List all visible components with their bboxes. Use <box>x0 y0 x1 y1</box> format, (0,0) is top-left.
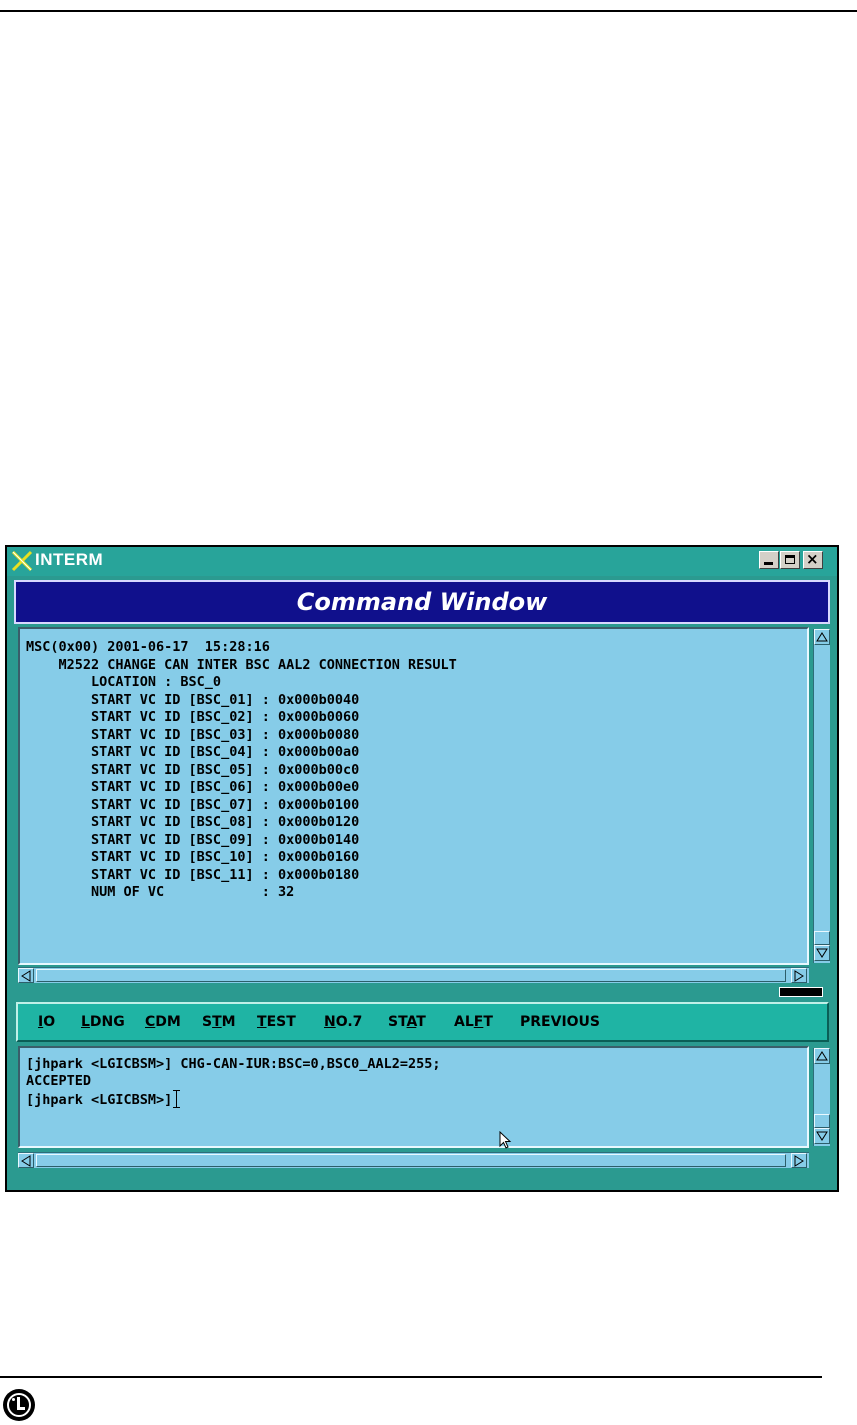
menu-item-ldng[interactable]: LDNG <box>81 1014 125 1030</box>
menu-item-post: EST <box>266 1014 296 1030</box>
menu-item-pre: PREVIOUS <box>520 1014 601 1030</box>
arrow-down-icon <box>816 948 828 958</box>
output-line: START VC ID [BSC_04] : 0x000b00a0 <box>26 744 360 760</box>
scroll-thumb[interactable] <box>814 1114 830 1128</box>
arrow-up-icon <box>816 1051 828 1061</box>
menu-item-mnemonic: A <box>406 1014 417 1030</box>
input-text: [jhpark <LGICBSM>] CHG-CAN-IUR:BSC=0,BSC… <box>26 1056 441 1109</box>
menu-item-io[interactable]: IO <box>38 1014 55 1030</box>
input-prompt-line[interactable]: [jhpark <LGICBSM>] <box>26 1090 441 1109</box>
menu-item-mnemonic: T <box>257 1014 267 1030</box>
output-text: MSC(0x00) 2001-06-17 15:28:16 M2522 CHAN… <box>26 639 457 902</box>
arrow-down-icon <box>816 1131 828 1141</box>
menu-item-pre: S <box>202 1014 213 1030</box>
horizontal-scroll-thumb[interactable] <box>36 1154 786 1167</box>
arrow-left-icon <box>21 970 31 982</box>
x-app-icon <box>11 550 33 572</box>
interm-window: INTERM × Command Window MSC(0x00) 2001-0… <box>5 545 839 1192</box>
output-line: MSC(0x00) 2001-06-17 15:28:16 <box>26 639 270 655</box>
output-line: START VC ID [BSC_02] : 0x000b0060 <box>26 709 360 725</box>
window-title: INTERM <box>35 550 104 569</box>
minimize-button[interactable] <box>759 551 779 569</box>
command-window-title: Command Window <box>296 588 548 616</box>
arrow-right-icon <box>794 1155 804 1167</box>
arrow-left-icon <box>21 1155 31 1167</box>
mouse-pointer-icon <box>499 1131 512 1149</box>
output-line: START VC ID [BSC_09] : 0x000b0140 <box>26 831 360 848</box>
output-line: START VC ID [BSC_06] : 0x000b00e0 <box>26 779 360 795</box>
output-line: NUM OF VC : 32 <box>26 884 295 900</box>
lg-logo <box>3 1389 35 1421</box>
menu-item-post: O <box>43 1014 56 1030</box>
page-top-rule <box>0 10 857 12</box>
maximize-button[interactable] <box>780 551 800 569</box>
menu-item-mnemonic: F <box>473 1014 484 1030</box>
horizontal-scroll-thumb[interactable] <box>36 969 786 982</box>
output-horizontal-scrollbar[interactable] <box>18 967 809 983</box>
output-line: M2522 CHANGE CAN INTER BSC AAL2 CONNECTI… <box>26 656 457 673</box>
input-panel[interactable]: [jhpark <LGICBSM>] CHG-CAN-IUR:BSC=0,BSC… <box>18 1046 809 1148</box>
arrow-up-icon <box>816 632 828 642</box>
output-line: START VC ID [BSC_05] : 0x000b00c0 <box>26 761 360 778</box>
command-window-header: Command Window <box>14 580 830 624</box>
close-button[interactable]: × <box>803 550 823 569</box>
menu-item-pre: ST <box>388 1014 407 1030</box>
scroll-up-button[interactable] <box>814 1048 830 1064</box>
menu-item-post: T <box>416 1014 426 1030</box>
menu-item-mnemonic: T <box>212 1014 222 1030</box>
scroll-thumb[interactable] <box>814 931 830 945</box>
command-menu-bar: IO LDNG CDM STM TEST NO.7 STAT ALFT PREVIOUS <box>16 1002 829 1042</box>
menu-item-alft[interactable]: ALFT <box>454 1014 493 1030</box>
output-line: START VC ID [BSC_07] : 0x000b0100 <box>26 796 360 813</box>
output-line: START VC ID [BSC_10] : 0x000b0160 <box>26 849 360 865</box>
scroll-up-button[interactable] <box>814 629 830 645</box>
page-bottom-rule <box>0 1376 822 1378</box>
menu-item-post: M <box>221 1014 236 1030</box>
input-horizontal-scrollbar[interactable] <box>18 1152 809 1168</box>
output-line: START VC ID [BSC_08] : 0x000b0120 <box>26 814 360 830</box>
menu-item-mnemonic: N <box>324 1014 336 1030</box>
menu-item-test[interactable]: TEST <box>257 1014 296 1030</box>
input-line: [jhpark <LGICBSM>] CHG-CAN-IUR:BSC=0,BSC… <box>26 1056 441 1072</box>
input-line: ACCEPTED <box>26 1073 92 1089</box>
menu-item-cdm[interactable]: CDM <box>145 1014 181 1030</box>
input-prompt: [jhpark <LGICBSM>] <box>26 1092 173 1108</box>
output-panel[interactable]: MSC(0x00) 2001-06-17 15:28:16 M2522 CHAN… <box>18 627 809 965</box>
title-bar[interactable]: INTERM × <box>7 547 837 576</box>
scroll-left-button[interactable] <box>18 968 34 983</box>
scroll-down-button[interactable] <box>814 1128 830 1144</box>
menu-item-post: DNG <box>89 1014 125 1030</box>
text-cursor-icon <box>173 1090 183 1108</box>
menu-item-post: DM <box>155 1014 181 1030</box>
menu-item-no7[interactable]: NO.7 <box>324 1014 362 1030</box>
menu-item-post: T <box>483 1014 493 1030</box>
menu-item-mnemonic: C <box>145 1014 156 1030</box>
output-line: START VC ID [BSC_11] : 0x000b0180 <box>26 866 360 883</box>
menu-item-post: O.7 <box>335 1014 363 1030</box>
scroll-right-button[interactable] <box>791 1153 807 1168</box>
pane-splitter[interactable] <box>779 987 823 997</box>
minimize-icon <box>764 562 773 565</box>
scroll-down-button[interactable] <box>814 945 830 961</box>
output-line: LOCATION : BSC_0 <box>26 674 222 690</box>
output-vertical-scrollbar[interactable] <box>813 629 830 963</box>
scroll-right-button[interactable] <box>791 968 807 983</box>
arrow-right-icon <box>794 970 804 982</box>
menu-item-mnemonic: L <box>81 1014 90 1030</box>
output-line: START VC ID [BSC_01] : 0x000b0040 <box>26 691 360 708</box>
menu-item-pre: AL <box>454 1014 474 1030</box>
scroll-left-button[interactable] <box>18 1153 34 1168</box>
menu-item-stm[interactable]: STM <box>202 1014 236 1030</box>
menu-item-previous[interactable]: PREVIOUS <box>520 1014 600 1030</box>
menu-item-stat[interactable]: STAT <box>388 1014 426 1030</box>
input-vertical-scrollbar[interactable] <box>813 1048 830 1146</box>
output-line: START VC ID [BSC_03] : 0x000b0080 <box>26 726 360 743</box>
close-icon: × <box>806 550 819 568</box>
maximize-icon <box>785 555 795 564</box>
